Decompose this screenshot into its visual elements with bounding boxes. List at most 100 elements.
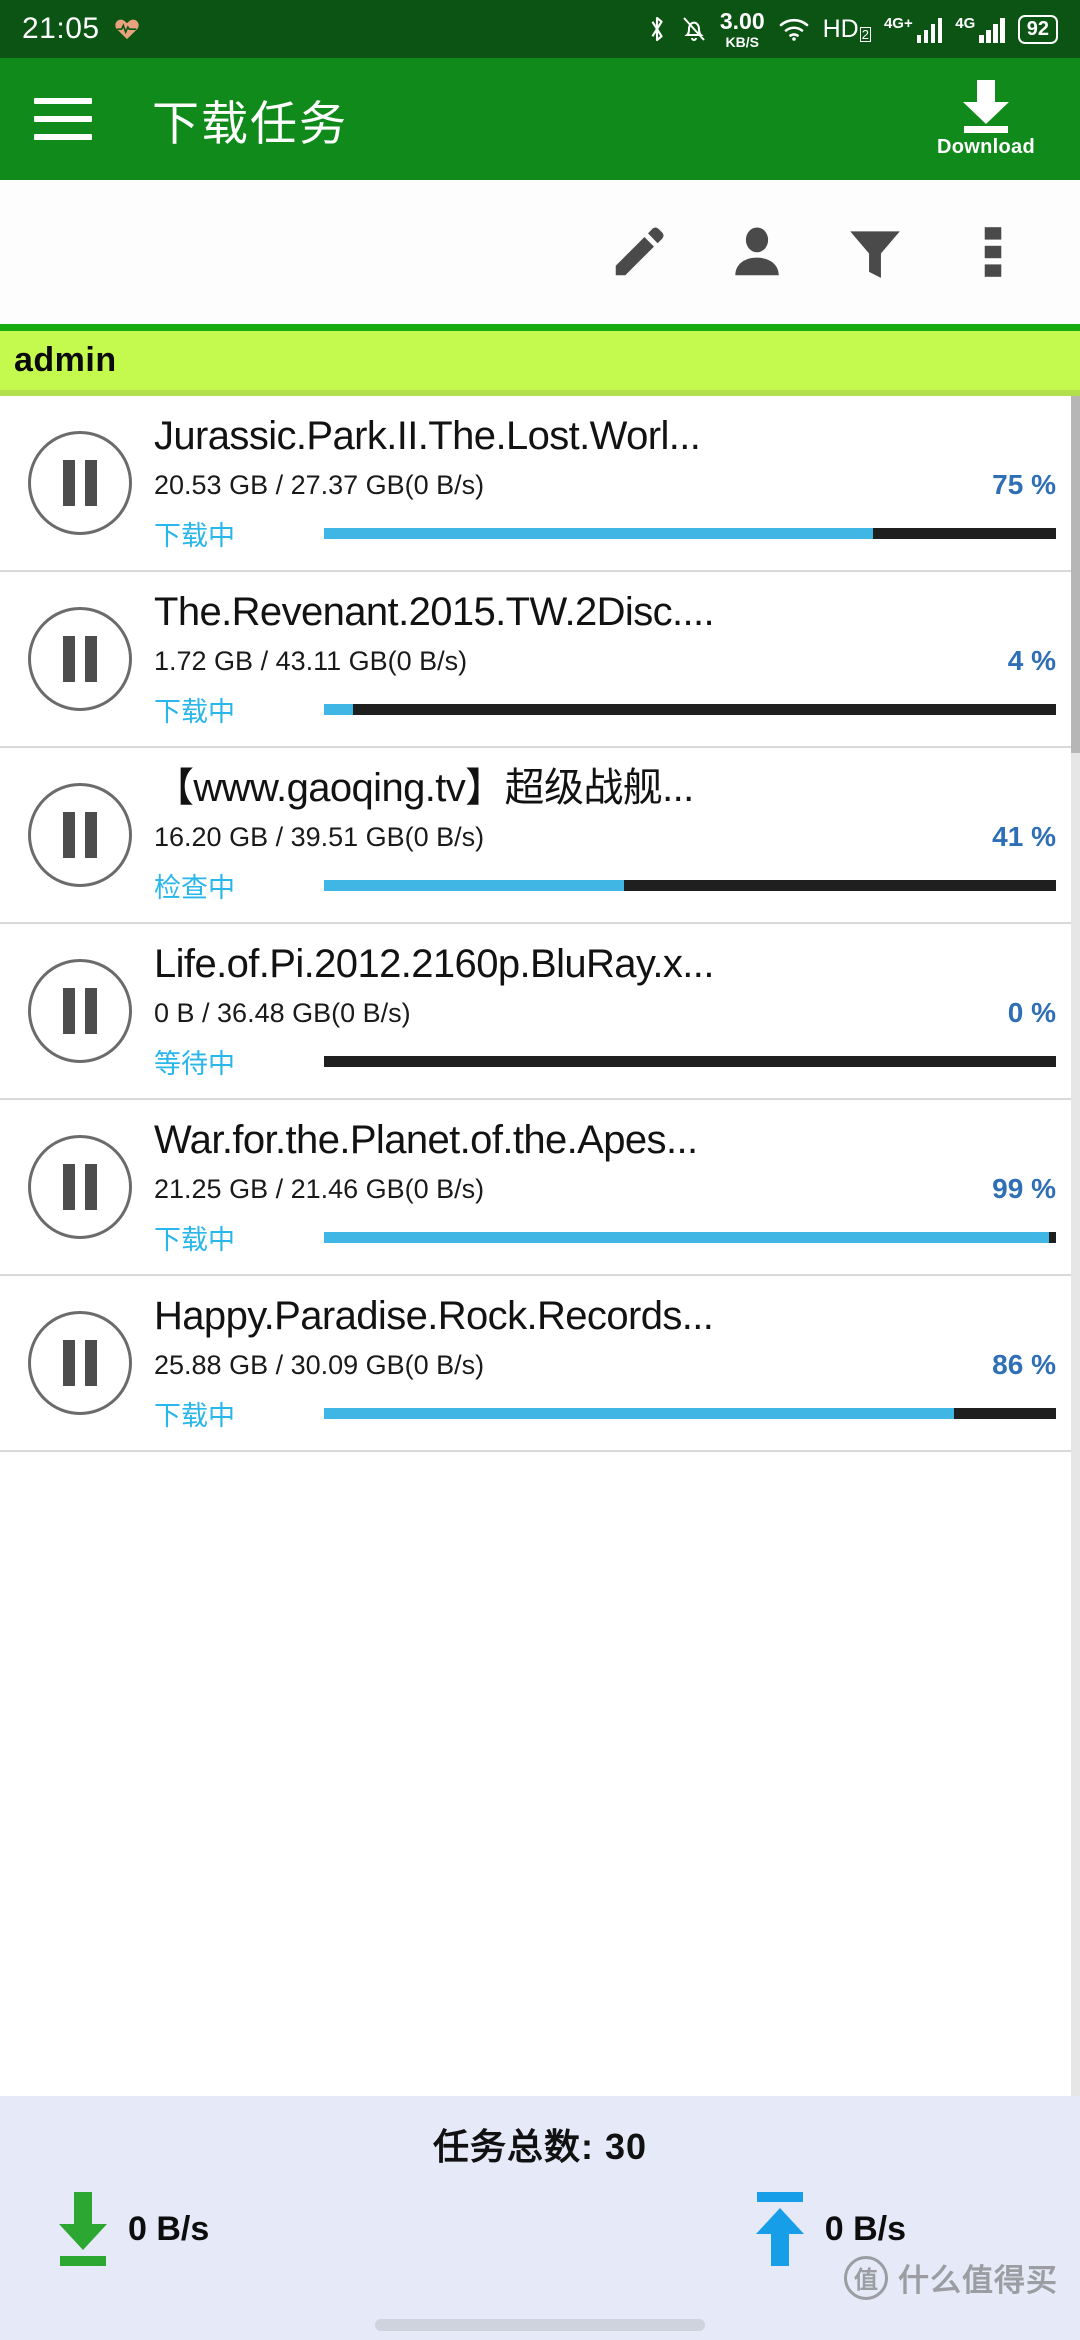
download-button-label: Download [937,135,1035,158]
filter-button[interactable] [816,180,934,324]
task-progress-bar [324,704,1056,716]
hd-sub-badge: 2 [859,26,871,42]
download-rate-value: 0 B/s [128,2209,210,2248]
hd-voice-icon: HD 2 [822,14,871,43]
task-size: 21.25 GB / 21.46 GB(0 B/s) [154,1174,485,1205]
arrow-down-icon [56,2192,110,2266]
task-progress-bar [324,1056,1056,1068]
funnel-icon [844,221,906,283]
action-toolbar [0,180,1080,324]
group-header-label: admin [14,341,117,379]
overflow-button[interactable] [934,180,1052,324]
task-progress-fill [324,1408,954,1420]
pause-icon-bar [85,1164,97,1210]
pause-icon-bar [63,812,75,858]
task-size: 20.53 GB / 27.37 GB(0 B/s) [154,470,485,501]
task-meta: 16.20 GB / 39.51 GB(0 B/s) 41 % [154,821,1056,853]
task-progress-fill [324,528,873,540]
pause-icon-bar [63,1340,75,1386]
task-row[interactable]: 【www.gaoqing.tv】超级战舰... 16.20 GB / 39.51 … [0,748,1080,924]
task-progress-row: 检查中 [154,866,1056,905]
task-progress-row: 下载中 [154,514,1056,553]
task-progress-bar [324,1408,1056,1420]
network-speed-value: 3.00 [719,7,765,34]
task-size: 1.72 GB / 43.11 GB(0 B/s) [154,646,468,677]
download-button[interactable]: Download [926,79,1046,159]
group-header-admin[interactable]: admin [0,324,1080,396]
status-bar: 21:05 3.00 KB/S HD 2 4G+ 4G 92 [0,0,1080,58]
user-button[interactable] [698,180,816,324]
task-body: Jurassic.Park.II.The.Lost.Worl... 20.53 G… [154,413,1058,553]
task-progress-row: 下载中 [154,690,1056,729]
task-row[interactable]: Life.of.Pi.2012.2160p.BluRay.x... 0 B / 3… [0,924,1080,1100]
sim1-bars [916,17,943,43]
task-progress-row: 下载中 [154,1394,1056,1433]
wifi-icon [778,15,810,43]
pause-button[interactable] [28,783,132,887]
more-vertical-icon [967,221,1019,283]
sim1-label: 4G+ [883,14,913,32]
task-row[interactable]: War.for.the.Planet.of.the.Apes... 21.25 G… [0,1100,1080,1276]
download-rate-group: 0 B/s [56,2192,209,2266]
sim2-label: 4G [955,14,976,32]
pause-icon-bar [85,1340,97,1386]
task-progress-bar [324,528,1056,540]
pause-icon-bar [85,988,97,1034]
status-bar-left: 21:05 [22,12,140,46]
edit-button[interactable] [580,180,698,324]
pause-icon-bar [63,988,75,1034]
task-row[interactable]: Jurassic.Park.II.The.Lost.Worl... 20.53 G… [0,396,1080,572]
task-body: Life.of.Pi.2012.2160p.BluRay.x... 0 B / 3… [154,941,1058,1081]
task-state: 下载中 [154,521,235,552]
bluetooth-icon [646,14,668,44]
task-body: Happy.Paradise.Rock.Records... 25.88 GB /… [154,1293,1058,1433]
list-scrollbar-thumb[interactable] [1071,396,1080,753]
hamburger-icon[interactable] [34,98,92,140]
pause-button[interactable] [28,607,132,711]
task-progress-row: 等待中 [154,1042,1056,1081]
task-percent: 86 % [992,1349,1056,1381]
task-progress-fill [324,1232,1049,1244]
page-title: 下载任务 [152,96,348,150]
watermark-logo: 值 [844,2255,888,2300]
person-icon [726,221,788,283]
task-progress-bar [324,880,1056,892]
task-row[interactable]: The.Revenant.2015.TW.2Disc.... 1.72 GB / … [0,572,1080,748]
total-tasks-label: 任务总数: 30 [432,2126,648,2167]
task-meta: 25.88 GB / 30.09 GB(0 B/s) 86 % [154,1349,1056,1381]
phone-screen: 21:05 3.00 KB/S HD 2 4G+ 4G 92 下载任务 Down… [0,0,1080,2340]
sim1-signal-icon: 4G+ [883,14,943,43]
task-percent: 41 % [992,821,1056,853]
task-percent: 4 % [1007,645,1056,677]
pause-icon-bar [63,1164,75,1210]
pause-icon-bar [63,636,75,682]
task-progress-fill [324,704,354,716]
task-percent: 0 % [1007,997,1056,1029]
pause-button[interactable] [28,959,132,1063]
task-row[interactable]: Happy.Paradise.Rock.Records... 25.88 GB /… [0,1276,1080,1452]
gesture-home-indicator[interactable] [375,2319,705,2331]
watermark: 值 什么值得买 [844,2255,1058,2300]
hd-label: HD [822,14,859,43]
task-state: 下载中 [154,697,235,728]
task-title: Happy.Paradise.Rock.Records... [154,1293,714,1338]
task-state: 检查中 [154,873,235,904]
task-meta: 20.53 GB / 27.37 GB(0 B/s) 75 % [154,469,1056,501]
task-size: 25.88 GB / 30.09 GB(0 B/s) [154,1350,485,1381]
pause-button[interactable] [28,1135,132,1239]
task-title: Jurassic.Park.II.The.Lost.Worl... [154,413,701,458]
task-title: War.for.the.Planet.of.the.Apes... [154,1117,698,1162]
status-time: 21:05 [22,12,100,45]
download-arrow-icon [958,79,1014,133]
status-bar-right: 3.00 KB/S HD 2 4G+ 4G 92 [646,7,1058,49]
pause-button[interactable] [28,1311,132,1415]
task-meta: 21.25 GB / 21.46 GB(0 B/s) 99 % [154,1173,1056,1205]
download-task-list[interactable]: Jurassic.Park.II.The.Lost.Worl... 20.53 G… [0,396,1080,2096]
task-progress-fill [324,880,625,892]
pause-button[interactable] [28,431,132,535]
list-scrollbar-track[interactable] [1071,396,1080,2096]
task-state: 下载中 [154,1225,235,1256]
watermark-text: 什么值得买 [898,2263,1058,2298]
pause-icon-bar [85,460,97,506]
task-state: 下载中 [154,1401,235,1432]
